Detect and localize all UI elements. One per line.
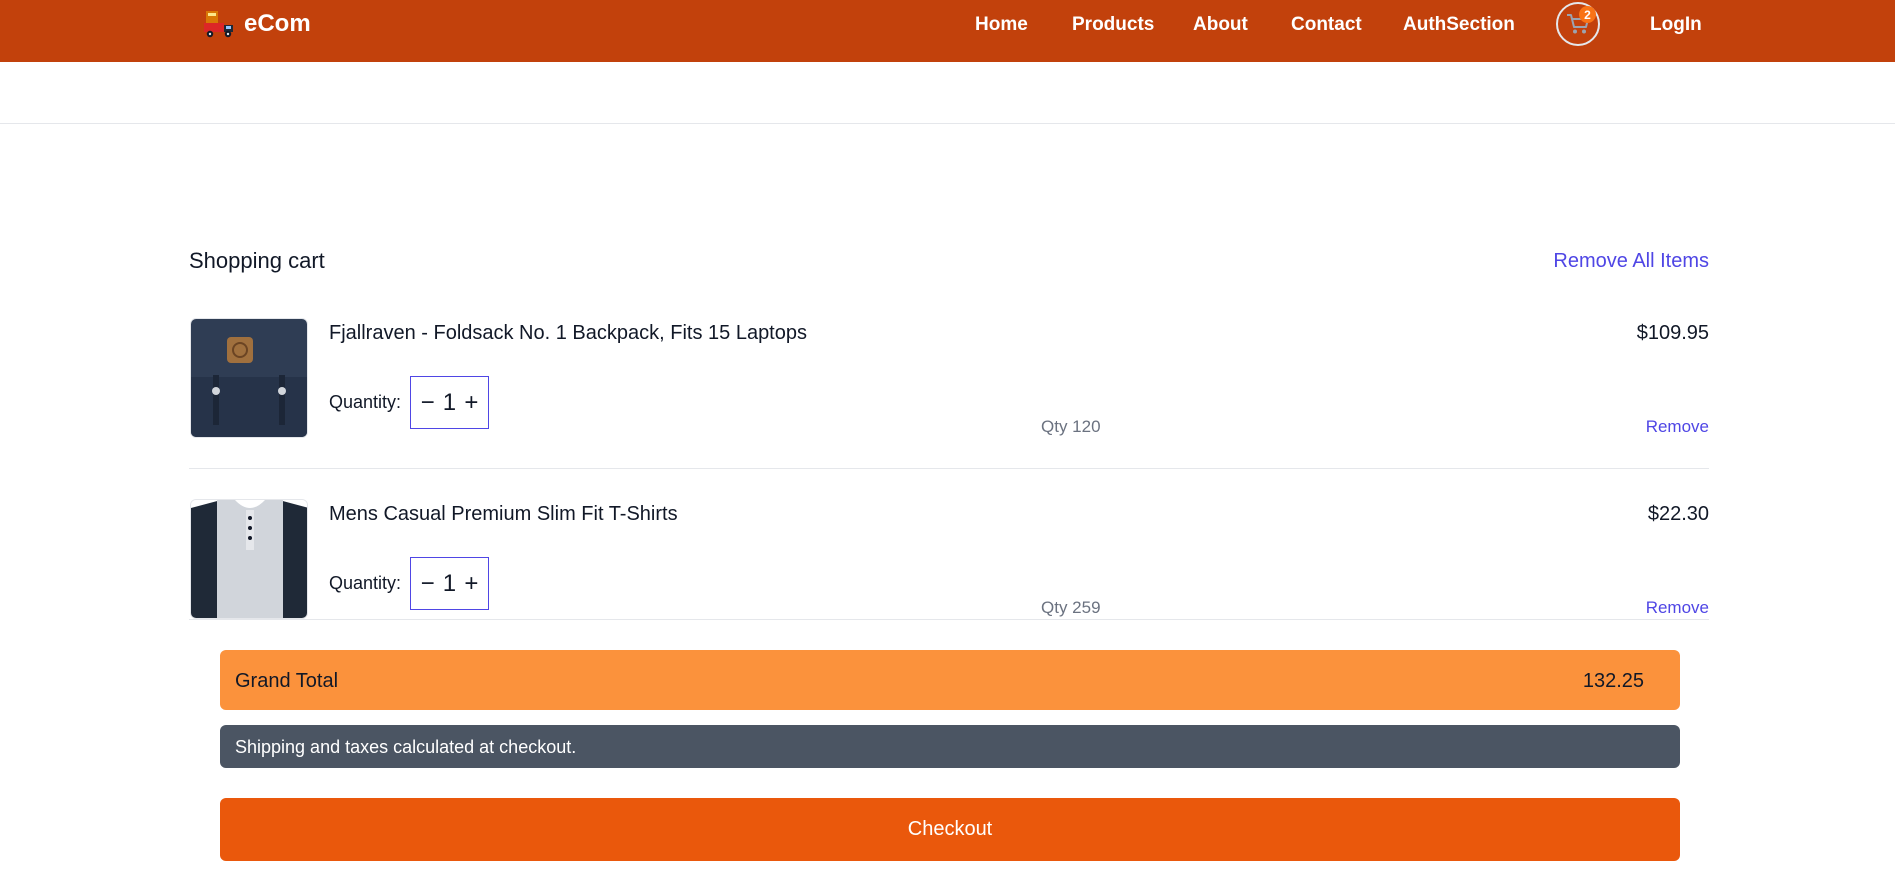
item-divider [189, 468, 1709, 469]
cart-count-badge: 2 [1579, 6, 1596, 23]
delivery-truck-icon [204, 11, 233, 38]
cart-button[interactable]: 2 [1556, 2, 1600, 46]
increment-button[interactable]: + [461, 571, 481, 596]
grand-total-bar: Grand Total 132.25 [220, 650, 1680, 710]
quantity-label: Quantity: [329, 573, 402, 593]
increment-button[interactable]: + [461, 390, 481, 415]
nav-home[interactable]: Home [975, 14, 1028, 36]
shipping-note: Shipping and taxes calculated at checkou… [220, 725, 1680, 768]
nav-about[interactable]: About [1193, 14, 1248, 36]
product-image[interactable] [190, 499, 308, 619]
page-title: Shopping cart [189, 248, 325, 273]
stock-quantity: Qty 120 [1041, 417, 1101, 436]
quantity-label: Quantity: [329, 392, 402, 412]
quantity-value: 1 [442, 388, 457, 416]
brand-name: eCom [244, 10, 311, 37]
product-name[interactable]: Mens Casual Premium Slim Fit T-Shirts [329, 503, 678, 526]
nav-products[interactable]: Products [1072, 14, 1154, 36]
product-price: $22.30 [1647, 503, 1709, 525]
quantity-value: 1 [442, 569, 457, 597]
cart-item: Mens Casual Premium Slim Fit T-Shirts $2… [189, 499, 1709, 619]
checkout-button[interactable]: Checkout [220, 798, 1680, 861]
product-price: $109.95 [1636, 322, 1709, 344]
list-divider [189, 619, 1709, 620]
quantity-stepper: − 1 + [410, 557, 489, 610]
grand-total-value: 132.25 [1582, 670, 1644, 692]
tshirt-image [191, 500, 307, 618]
product-name[interactable]: Fjallraven - Foldsack No. 1 Backpack, Fi… [329, 322, 807, 345]
nav-contact[interactable]: Contact [1291, 14, 1362, 36]
stock-quantity: Qty 259 [1041, 598, 1101, 617]
divider [0, 123, 1895, 124]
remove-item-button[interactable]: Remove [1646, 598, 1709, 618]
decrement-button[interactable]: − [418, 390, 438, 415]
decrement-button[interactable]: − [418, 571, 438, 596]
grand-total-label: Grand Total [235, 670, 339, 692]
navbar: eCom Home Products About Contact AuthSec… [0, 0, 1895, 62]
nav-authsection[interactable]: AuthSection [1403, 14, 1515, 36]
product-image[interactable] [190, 318, 308, 438]
brand[interactable]: eCom [202, 6, 311, 42]
login-link[interactable]: LogIn [1650, 14, 1702, 36]
remove-item-button[interactable]: Remove [1646, 417, 1709, 437]
backpack-image [191, 319, 307, 437]
cart-item: Fjallraven - Foldsack No. 1 Backpack, Fi… [189, 318, 1709, 448]
remove-all-button[interactable]: Remove All Items [1553, 250, 1709, 273]
quantity-stepper: − 1 + [410, 376, 489, 429]
